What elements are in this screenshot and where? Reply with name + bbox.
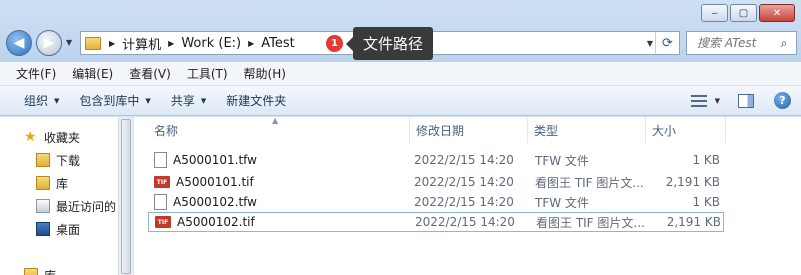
file-type: TFW 文件 (535, 153, 589, 168)
breadcrumb-computer[interactable]: 计算机 (119, 32, 164, 54)
nav-libraries[interactable]: 库 (24, 265, 56, 275)
back-icon[interactable]: ◀ (6, 30, 32, 56)
library-icon (36, 176, 50, 190)
file-name: A5000101.tfw (173, 153, 257, 167)
menu-tools[interactable]: 工具(T) (179, 65, 236, 82)
file-name-cell: TIF A5000101.tif (154, 172, 254, 192)
organize-button[interactable]: 组织 ▼ (14, 92, 69, 109)
nav-downloads[interactable]: 下载 (36, 150, 80, 170)
menu-view[interactable]: 查看(V) (121, 65, 179, 82)
table-row[interactable]: TIF A5000102.tif 2022/2/15 14:20 看图王 TIF … (148, 212, 724, 232)
nav-libraries-label: 库 (44, 267, 56, 275)
nav-library-label: 库 (56, 176, 69, 191)
nav-recent[interactable]: 最近访问的 (36, 196, 116, 216)
nav-desktop[interactable]: 桌面 (36, 219, 80, 239)
nav-library[interactable]: 库 (36, 173, 68, 193)
chevron-down-icon: ▼ (54, 96, 60, 105)
nav-desktop-label: 桌面 (56, 222, 81, 237)
nav-favorites-label: 收藏夹 (44, 130, 81, 145)
file-name-cell: TIF A5000102.tif (155, 213, 255, 231)
breadcrumb-separator-icon[interactable]: ▶ (244, 39, 258, 48)
folder-icon (85, 36, 101, 50)
new-folder-button[interactable]: 新建文件夹 (216, 92, 296, 109)
toolbar-right: ▼ ? (690, 92, 791, 109)
breadcrumb-separator-icon[interactable]: ▶ (105, 39, 119, 48)
include-label: 包含到库中 (79, 94, 140, 108)
organize-label: 组织 (24, 94, 49, 108)
command-bar: 组织 ▼ 包含到库中 ▼ 共享 ▼ 新建文件夹 ▼ ? (0, 86, 801, 116)
file-size: 2,191 KB (666, 215, 721, 229)
callout-label: 文件路径 (345, 27, 434, 60)
file-name-cell: A5000102.tfw (154, 192, 257, 212)
tif-icon: TIF (155, 216, 171, 228)
navigation-pane: ★ 收藏夹 下载 库 最近访问的 桌面 库 (0, 117, 118, 275)
nav-downloads-label: 下载 (56, 153, 81, 168)
nav-favorites[interactable]: ★ 收藏夹 (24, 127, 80, 147)
refresh-icon[interactable]: ⟳ (655, 32, 679, 54)
navigation-buttons: ◀ ▶ ▼ (6, 30, 78, 58)
tif-icon: TIF (154, 176, 170, 188)
minimize-button[interactable]: ‒ (701, 4, 728, 22)
view-dropdown-icon[interactable]: ▼ (715, 97, 720, 105)
file-name-cell: A5000101.tfw (154, 150, 257, 170)
search-box[interactable]: ⌕ (686, 31, 797, 55)
column-header-date[interactable]: 修改日期 (410, 117, 528, 143)
file-date: 2022/2/15 14:20 (414, 153, 514, 167)
menu-help[interactable]: 帮助(H) (236, 65, 294, 82)
star-icon: ★ (24, 129, 37, 145)
file-name: A5000102.tif (177, 215, 255, 229)
file-name: A5000101.tif (176, 175, 254, 189)
recent-pages-dropdown-icon[interactable]: ▼ (66, 38, 72, 47)
table-row[interactable]: A5000102.tfw 2022/2/15 14:20 TFW 文件 1 KB (148, 192, 724, 212)
navigation-scrollbar[interactable] (118, 117, 133, 275)
file-type: TFW 文件 (535, 195, 589, 210)
table-row[interactable]: TIF A5000101.tif 2022/2/15 14:20 看图王 TIF … (148, 172, 724, 192)
close-button[interactable]: ✕ (759, 4, 795, 22)
file-name: A5000102.tfw (173, 195, 257, 209)
column-header-size[interactable]: 大小 (646, 117, 726, 143)
breadcrumb-separator-icon[interactable]: ▶ (164, 39, 178, 48)
document-icon (154, 152, 167, 168)
chevron-down-icon: ▼ (200, 96, 207, 105)
column-header-type[interactable]: 类型 (528, 117, 646, 143)
address-dropdown-icon[interactable]: ▼ (647, 39, 653, 48)
include-in-library-button[interactable]: 包含到库中 ▼ (69, 92, 160, 109)
file-date: 2022/2/15 14:20 (414, 195, 514, 209)
window-controls: ‒ ▢ ✕ (699, 4, 795, 22)
desktop-icon (36, 222, 50, 236)
file-size: 2,191 KB (665, 175, 720, 189)
file-size: 1 KB (692, 153, 720, 167)
recent-places-icon (36, 199, 50, 213)
breadcrumb-drive[interactable]: Work (E:) (178, 32, 244, 54)
search-input[interactable] (697, 36, 775, 50)
file-date: 2022/2/15 14:20 (414, 175, 514, 189)
file-list: ▲ 名称 修改日期 类型 大小 A5000101.tfw 2022/2/15 1… (134, 116, 801, 275)
breadcrumb-folder[interactable]: ATest (258, 32, 297, 54)
file-size: 1 KB (692, 195, 720, 209)
nav-recent-label: 最近访问的 (56, 199, 117, 214)
preview-pane-icon[interactable] (738, 93, 754, 108)
maximize-button[interactable]: ▢ (730, 4, 757, 22)
library-icon (24, 268, 38, 275)
table-row[interactable]: A5000101.tfw 2022/2/15 14:20 TFW 文件 1 KB (148, 150, 724, 170)
menu-file[interactable]: 文件(F) (8, 65, 64, 82)
scrollbar-thumb[interactable] (121, 119, 131, 274)
forward-icon[interactable]: ▶ (36, 30, 62, 56)
chevron-down-icon: ▼ (145, 96, 151, 105)
document-icon (154, 194, 167, 210)
menu-bar: 文件(F) 编辑(E) 查看(V) 工具(T) 帮助(H) (0, 62, 801, 86)
column-header-name[interactable]: 名称 (148, 117, 410, 143)
share-button[interactable]: 共享 ▼ (161, 92, 216, 109)
help-icon[interactable]: ? (774, 92, 791, 109)
search-icon[interactable]: ⌕ (775, 36, 793, 51)
file-date: 2022/2/15 14:20 (415, 215, 515, 229)
callout-badge: 1 (326, 35, 343, 52)
downloads-folder-icon (36, 153, 50, 167)
menu-edit[interactable]: 编辑(E) (64, 65, 121, 82)
view-icon[interactable] (690, 94, 707, 107)
share-label: 共享 (170, 94, 195, 108)
